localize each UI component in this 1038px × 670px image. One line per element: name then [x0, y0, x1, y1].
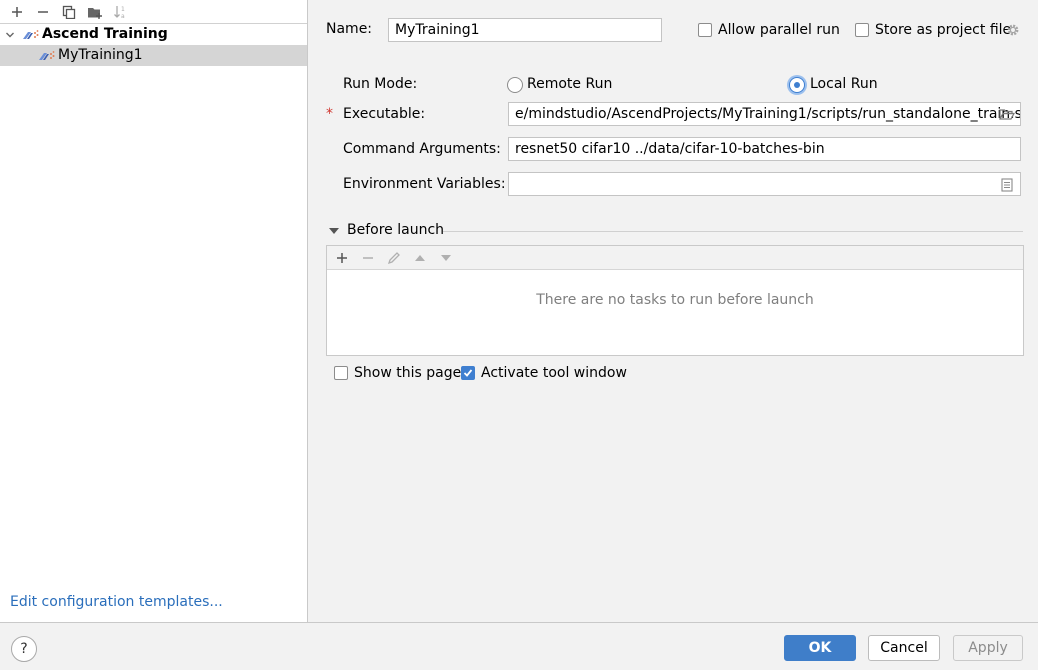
add-icon: [12, 6, 22, 17]
add-configuration-button[interactable]: [4, 1, 30, 23]
sort-configurations-button[interactable]: 1 a: [108, 1, 134, 23]
tree-toolbar: 1 a: [0, 0, 307, 24]
configuration-tree-panel: 1 a Ascend Training MyTraining1 Edit con…: [0, 0, 308, 622]
apply-button[interactable]: Apply: [953, 635, 1023, 661]
command-arguments-input[interactable]: resnet50 cifar10 ../data/cifar-10-batche…: [508, 137, 1021, 161]
help-label: ?: [20, 641, 28, 657]
before-launch-title: Before launch: [347, 222, 445, 238]
ascend-training-icon: [23, 30, 39, 39]
command-arguments-label: Command Arguments:: [343, 141, 501, 157]
svg-text:a: a: [121, 13, 125, 20]
allow-parallel-run-checkbox[interactable]: [698, 23, 712, 37]
tree-item-mytraining1[interactable]: MyTraining1: [0, 45, 307, 66]
edit-icon: [387, 251, 400, 264]
before-launch-empty-text: There are no tasks to run before launch: [536, 292, 814, 308]
copy-icon: [62, 5, 76, 19]
remove-icon: [363, 256, 373, 259]
cancel-button[interactable]: Cancel: [868, 635, 940, 661]
tree-item-label: MyTraining1: [58, 47, 143, 63]
run-mode-label: Run Mode:: [343, 76, 418, 92]
dialog-footer: ? OK Cancel Apply: [0, 622, 1038, 670]
new-folder-button[interactable]: [82, 1, 108, 23]
name-input[interactable]: MyTraining1: [388, 18, 662, 42]
add-icon: [337, 252, 347, 263]
edit-task-button[interactable]: [381, 247, 407, 269]
move-down-icon: [441, 254, 451, 261]
remove-icon: [38, 10, 48, 13]
tree-group-label: Ascend Training: [42, 26, 168, 42]
show-this-page-label: Show this page: [354, 365, 462, 381]
sort-icon: 1 a: [114, 5, 125, 20]
ascend-training-icon: [39, 51, 55, 60]
activate-tool-window-checkbox[interactable]: [461, 366, 475, 380]
checkmark-icon: [463, 369, 473, 377]
help-button[interactable]: ?: [11, 636, 37, 662]
remove-configuration-button[interactable]: [30, 1, 56, 23]
collapse-triangle-icon[interactable]: [328, 226, 340, 236]
local-run-radio[interactable]: [789, 77, 805, 93]
store-as-project-file-label: Store as project file: [875, 22, 1012, 38]
environment-variables-input[interactable]: [508, 172, 1021, 196]
svg-text:1: 1: [121, 6, 125, 13]
ok-button[interactable]: OK: [784, 635, 856, 661]
before-launch-panel: There are no tasks to run before launch: [326, 245, 1024, 356]
show-this-page-checkbox[interactable]: [334, 366, 348, 380]
gear-icon[interactable]: [1006, 23, 1020, 37]
name-label: Name:: [326, 21, 373, 37]
before-launch-separator: [443, 231, 1023, 232]
add-task-button[interactable]: [329, 247, 355, 269]
move-task-down-button[interactable]: [433, 247, 459, 269]
executable-value: e/mindstudio/AscendProjects/MyTraining1/…: [515, 106, 1021, 122]
before-launch-toolbar: [327, 246, 1023, 270]
edit-configuration-templates-link[interactable]: Edit configuration templates...: [10, 594, 223, 610]
remote-run-label: Remote Run: [527, 76, 613, 92]
move-up-icon: [415, 254, 425, 261]
executable-input[interactable]: e/mindstudio/AscendProjects/MyTraining1/…: [508, 102, 1021, 126]
remove-task-button[interactable]: [355, 247, 381, 269]
document-list-icon[interactable]: [1001, 178, 1013, 192]
store-as-project-file-checkbox[interactable]: [855, 23, 869, 37]
local-run-label: Local Run: [810, 76, 878, 92]
executable-label: Executable:: [343, 106, 426, 122]
chevron-down-icon[interactable]: [5, 30, 15, 40]
folder-add-icon: [88, 7, 102, 19]
move-task-up-button[interactable]: [407, 247, 433, 269]
folder-open-icon[interactable]: [999, 108, 1015, 121]
allow-parallel-run-label: Allow parallel run: [718, 22, 840, 38]
environment-variables-label: Environment Variables:: [343, 176, 506, 192]
tree-group-ascend-training[interactable]: Ascend Training: [0, 24, 307, 45]
remote-run-radio[interactable]: [507, 77, 523, 93]
copy-configuration-button[interactable]: [56, 1, 82, 23]
activate-tool-window-label: Activate tool window: [481, 365, 627, 381]
required-marker: *: [326, 106, 333, 122]
